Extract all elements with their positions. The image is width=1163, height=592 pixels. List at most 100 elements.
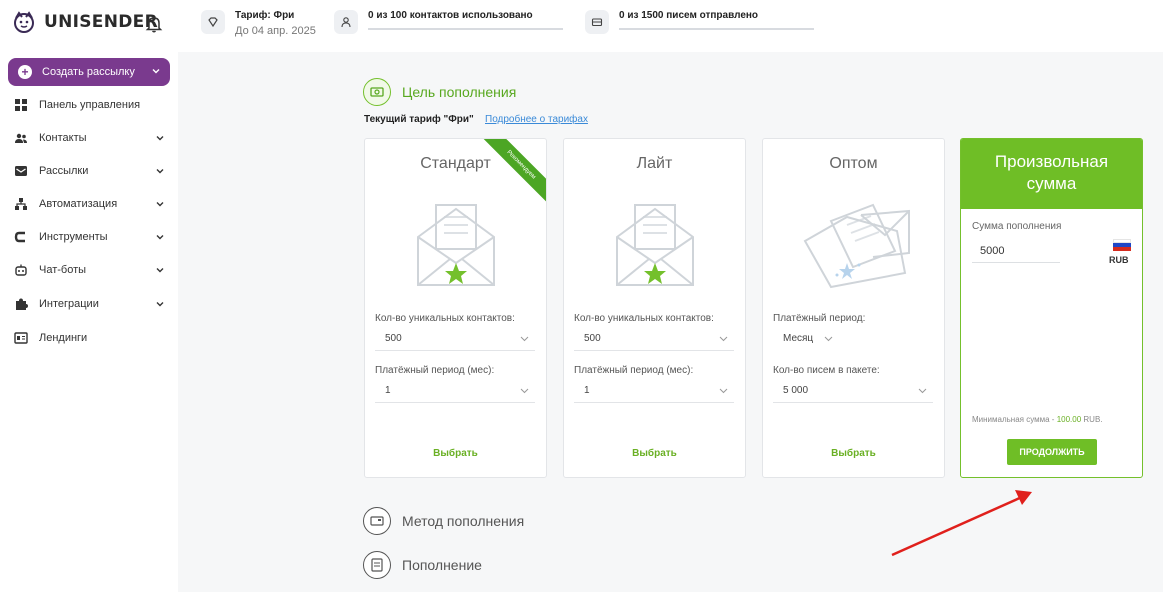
sidebar: + Создать рассылку Панель управления Кон…	[0, 52, 178, 592]
chevron-down-icon	[156, 169, 164, 174]
envelope-star-icon	[417, 204, 495, 286]
billing-period-select[interactable]: 1	[375, 381, 535, 403]
envelope-star-icon	[616, 204, 694, 286]
chevron-down-icon	[520, 336, 529, 342]
contacts-progress-bar	[368, 28, 563, 30]
puzzle-icon	[14, 297, 28, 311]
chatbot-icon	[14, 263, 28, 277]
sidebar-item-label: Рассылки	[39, 165, 89, 177]
letters-package-label: Кол-во писем в пакете:	[773, 365, 880, 376]
letters-progress-bar	[619, 28, 814, 30]
select-value: Месяц	[783, 333, 814, 344]
plan-card-standard[interactable]: Стандарт Рекомендуем Кол-во уникальных к…	[364, 138, 547, 478]
chevron-down-icon	[156, 202, 164, 207]
sidebar-item-dashboard[interactable]: Панель управления	[14, 95, 164, 115]
landing-icon	[14, 331, 28, 345]
sidebar-item-chatbots[interactable]: Чат-боты	[14, 260, 164, 280]
contacts-count-select[interactable]: 500	[574, 329, 734, 351]
plan-title: Лайт	[636, 155, 673, 172]
min-value: 100.00	[1056, 415, 1082, 424]
sidebar-item-label: Лендинги	[39, 332, 88, 344]
chevron-down-icon	[918, 388, 927, 394]
chevron-down-icon	[719, 388, 728, 394]
sidebar-item-automation[interactable]: Автоматизация	[14, 194, 164, 214]
billing-period-label: Платёжный период (мес):	[574, 365, 694, 376]
contacts-icon	[14, 131, 28, 145]
main-content: Цель пополнения Текущий тариф "Фри" Подр…	[178, 52, 1163, 592]
bell-icon[interactable]	[144, 14, 164, 34]
plan-card-lite[interactable]: Лайт Кол-во уникальных контактов: 500 Пл…	[563, 138, 746, 478]
envelope-icon	[585, 10, 609, 34]
billing-period-select[interactable]: Месяц	[773, 329, 843, 351]
sidebar-item-landings[interactable]: Лендинги	[14, 328, 164, 348]
plan-title: Оптом	[829, 155, 878, 172]
sidebar-item-label: Панель управления	[39, 99, 141, 111]
envelopes-icon	[803, 203, 910, 289]
chevron-down-icon	[152, 69, 160, 74]
automation-icon	[14, 197, 28, 211]
top-bar: UNISENDER Тариф: Фри До 04 апр. 2025 0 и…	[0, 0, 1163, 52]
select-value: 1	[385, 385, 391, 396]
recommended-ribbon: Рекомендуем	[476, 139, 546, 210]
custom-amount-header: Произвольная сумма	[961, 139, 1142, 209]
billing-period-select[interactable]: 1	[574, 381, 734, 403]
receipt-icon	[363, 551, 391, 579]
diamond-icon	[201, 10, 225, 34]
amount-label: Сумма пополнения	[972, 221, 1062, 232]
sidebar-item-campaigns[interactable]: Рассылки	[14, 161, 164, 181]
logo-text: UNISENDER	[44, 12, 158, 32]
sidebar-item-label: Чат-боты	[39, 264, 87, 276]
chevron-down-icon	[719, 336, 728, 342]
choose-button[interactable]: Выбрать	[763, 448, 944, 459]
plan-card-custom[interactable]: Произвольная сумма Сумма пополнения 5000…	[960, 138, 1143, 478]
select-value: 1	[584, 385, 590, 396]
chevron-down-icon	[156, 268, 164, 273]
amount-input[interactable]: 5000	[972, 241, 1060, 263]
choose-button[interactable]: Выбрать	[365, 448, 546, 459]
plus-icon: +	[18, 65, 32, 79]
tariff-status[interactable]: Тариф: Фри До 04 апр. 2025	[201, 10, 316, 38]
contacts-count-label: Кол-во уникальных контактов:	[375, 313, 515, 324]
contacts-status[interactable]: 0 из 100 контактов использовано	[334, 10, 563, 34]
mail-icon	[14, 164, 28, 178]
chevron-down-icon	[156, 235, 164, 240]
sidebar-item-label: Инструменты	[39, 231, 108, 243]
sidebar-item-integrations[interactable]: Интеграции	[14, 294, 164, 314]
logo[interactable]: UNISENDER	[12, 10, 158, 34]
tariff-until: До 04 апр. 2025	[235, 25, 316, 37]
dashboard-icon	[14, 98, 28, 112]
chevron-down-icon	[156, 136, 164, 141]
select-value: 500	[584, 333, 601, 344]
currency-label: RUB	[1109, 255, 1129, 265]
step-goal-title: Цель пополнения	[402, 84, 517, 100]
tariff-title: Тариф: Фри	[235, 10, 295, 21]
contacts-text: 0 из 100 контактов использовано	[368, 10, 533, 21]
custom-title-line2: сумма	[1026, 174, 1077, 193]
step-method-title: Метод пополнения	[402, 513, 525, 529]
step-topup-title: Пополнение	[402, 557, 482, 573]
tariff-details-link[interactable]: Подробнее о тарифах	[485, 114, 588, 125]
sidebar-item-contacts[interactable]: Контакты	[14, 128, 164, 148]
sidebar-item-tools[interactable]: Инструменты	[14, 227, 164, 247]
continue-button[interactable]: ПРОДОЛЖИТЬ	[1007, 439, 1097, 465]
sidebar-item-label: Автоматизация	[39, 198, 118, 210]
sidebar-item-label: Контакты	[39, 132, 87, 144]
russia-flag-icon[interactable]	[1113, 239, 1131, 251]
create-campaign-button[interactable]: + Создать рассылку	[8, 58, 170, 86]
minimum-amount-note: Минимальная сумма - 100.00 RUB.	[972, 415, 1103, 424]
billing-period-label: Платёжный период (мес):	[375, 365, 495, 376]
chevron-down-icon	[824, 336, 833, 342]
chevron-down-icon	[156, 302, 164, 307]
card-icon	[363, 507, 391, 535]
letters-package-select[interactable]: 5 000	[773, 381, 933, 403]
choose-button[interactable]: Выбрать	[564, 448, 745, 459]
tools-icon	[14, 230, 28, 244]
min-suffix: RUB.	[1081, 415, 1103, 424]
user-icon	[334, 10, 358, 34]
select-value: 500	[385, 333, 402, 344]
plan-card-bulk[interactable]: Оптом Платёжный период: Месяц Кол-во пис…	[762, 138, 945, 478]
money-icon	[363, 78, 391, 106]
contacts-count-select[interactable]: 500	[375, 329, 535, 351]
letters-status[interactable]: 0 из 1500 писем отправлено	[585, 10, 814, 34]
select-value: 5 000	[783, 385, 809, 396]
